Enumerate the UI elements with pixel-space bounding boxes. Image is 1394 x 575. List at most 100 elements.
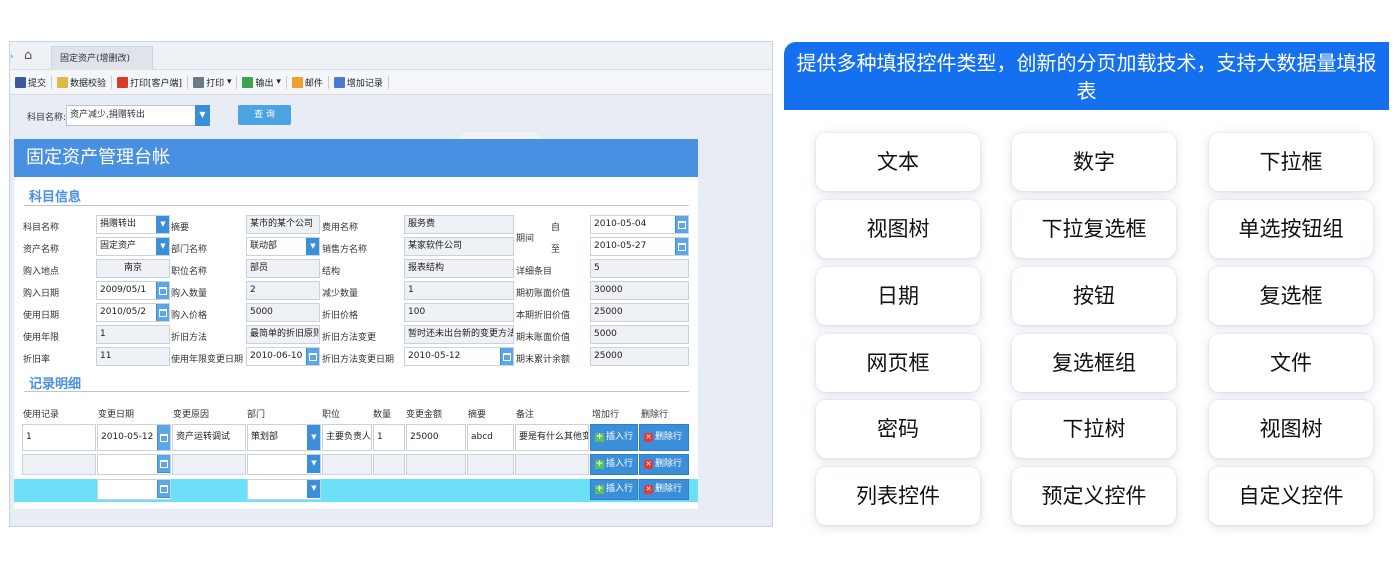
table-cell[interactable] [322,454,372,475]
table-cell[interactable] [467,454,514,475]
use-change-date-label: 使用年限变更日期 [171,355,244,365]
section-subject-title: 科目信息 [29,190,82,205]
subject-name-select[interactable]: 捐赠转出 ▼ [96,215,170,234]
abstract-field[interactable]: 某市的某个公司 [246,215,320,234]
table-cell[interactable]: 2010-05-12 [97,424,171,451]
export-button[interactable]: 输出 ▾ [242,76,281,89]
query-button[interactable]: 查 询 [238,105,291,125]
dep-rate-field[interactable]: 11 [96,347,170,366]
table-cell[interactable]: 资产运转调试 [172,424,246,451]
buy-qty-field[interactable]: 2 [246,281,320,300]
calendar-icon[interactable] [156,304,169,321]
table-cell[interactable] [97,454,171,475]
chevron-down-icon[interactable]: ▼ [306,238,319,255]
table-cell[interactable] [515,454,589,475]
insert-row-button[interactable]: + 插入行 [590,479,638,500]
job-name-field[interactable]: 部员 [246,259,320,278]
detail-field[interactable]: 5 [590,259,689,278]
subject-filter-label: 科目名称: [27,113,67,123]
dept-name-select[interactable]: 联动部 ▼ [246,237,320,256]
table-cell[interactable]: 策划部 ▼ [247,424,321,451]
buy-price-field[interactable]: 5000 [246,303,320,322]
table-cell[interactable] [22,454,96,475]
to-date-field[interactable]: 2010-05-27 [590,237,689,256]
table-cell[interactable]: 25000 [406,424,466,451]
delete-row-button[interactable]: ✕ 删除行 [639,479,689,500]
column-header: 职位 [322,410,341,420]
add-record-button[interactable]: 增加记录 [333,76,383,89]
column-header: 部门 [247,410,266,420]
delete-row-button[interactable]: ✕ 删除行 [639,424,689,451]
column-header: 数量 [373,410,392,420]
chevron-down-icon[interactable]: ▼ [195,105,210,126]
chevron-down-icon[interactable]: ▼ [156,238,169,255]
validate-button[interactable]: 数据校验 [57,76,106,89]
calendar-icon[interactable] [157,455,170,473]
table-cell[interactable] [172,454,246,475]
submit-button[interactable]: 提交 [15,76,46,89]
seller-name-field[interactable]: 某家软件公司 [404,237,514,256]
reduce-qty-field[interactable]: 1 [404,281,514,300]
table-cell[interactable]: ▼ [247,454,321,475]
subject-filter-select[interactable]: 资产减少,捐赠转出 ▼ [66,105,210,126]
tab-bar: › ⌂ 固定资产(增删改) [10,42,772,70]
calendar-icon[interactable] [675,216,688,233]
calendar-icon[interactable] [156,282,169,299]
tab-fixed-assets[interactable]: 固定资产(增删改) [51,46,153,70]
table-cell[interactable] [97,479,171,500]
control-text: 文本 [816,133,980,191]
table-cell[interactable]: 1 [22,424,96,451]
end-value-field[interactable]: 5000 [590,325,689,344]
print-client-button[interactable]: 打印[客户端] [117,76,182,89]
calendar-icon[interactable] [157,425,170,450]
calendar-icon[interactable] [157,480,170,498]
table-cell[interactable]: 主要负责人 [322,424,372,451]
dep-method-field[interactable]: 最简单的折旧原则 [246,325,320,344]
use-change-date-field[interactable]: 2010-06-10 [246,347,320,366]
toolbar-divider [327,75,329,89]
print-button[interactable]: 打印 ▾ [193,76,231,89]
plus-icon: + [595,459,604,469]
table-cell[interactable]: abcd [467,424,514,451]
insert-row-button[interactable]: + 插入行 [590,424,638,451]
dep-change-date-field[interactable]: 2010-05-12 [404,347,514,366]
end-total-field[interactable]: 25000 [590,347,689,366]
period-dep-label: 本期折旧价值 [516,311,571,321]
use-date-field[interactable]: 2010/05/2 [96,303,170,322]
chevron-down-icon[interactable]: ▼ [307,480,320,498]
use-years-field[interactable]: 1 [96,325,170,344]
delete-row-button[interactable]: ✕ 删除行 [639,454,689,475]
chevron-down-icon[interactable]: ▼ [156,216,169,233]
table-cell[interactable]: 1 [373,424,405,451]
control-checkbox: 复选框 [1209,267,1373,325]
home-icon[interactable]: ⌂ [24,48,32,63]
cost-name-field[interactable]: 服务费 [404,215,514,234]
insert-row-button[interactable]: + 插入行 [590,454,638,475]
buy-place-field[interactable]: 南京 [96,259,170,278]
chevron-down-icon[interactable]: ▼ [307,425,320,450]
column-header: 使用记录 [23,410,60,420]
control-number: 数字 [1012,133,1176,191]
table-cell[interactable] [373,454,405,475]
calendar-icon[interactable] [675,238,688,255]
mail-button[interactable]: 邮件 [291,76,323,89]
calendar-icon[interactable] [500,348,513,365]
page-title: 固定资产管理台帐 [14,139,698,177]
dep-price-field[interactable]: 100 [404,303,514,322]
control-view-tree-2: 视图树 [1209,400,1373,458]
toolbar-divider [111,75,113,89]
printer-icon [193,76,205,88]
table-cell[interactable]: ▼ [247,479,321,500]
dep-change-field[interactable]: 暂时还未出台新的变更方法 [404,325,514,344]
begin-value-field[interactable]: 30000 [590,281,689,300]
table-cell[interactable]: 要是有什么其他变 [515,424,589,451]
table-cell[interactable] [406,454,466,475]
calendar-icon[interactable] [306,348,319,365]
expand-arrow-icon[interactable]: › [10,52,14,62]
from-date-field[interactable]: 2010-05-04 [590,215,689,234]
asset-name-select[interactable]: 固定资产 ▼ [96,237,170,256]
period-dep-field[interactable]: 25000 [590,303,689,322]
buy-date-field[interactable]: 2009/05/1 [96,281,170,300]
chevron-down-icon[interactable]: ▼ [307,455,320,473]
structure-field[interactable]: 报表结构 [404,259,514,278]
